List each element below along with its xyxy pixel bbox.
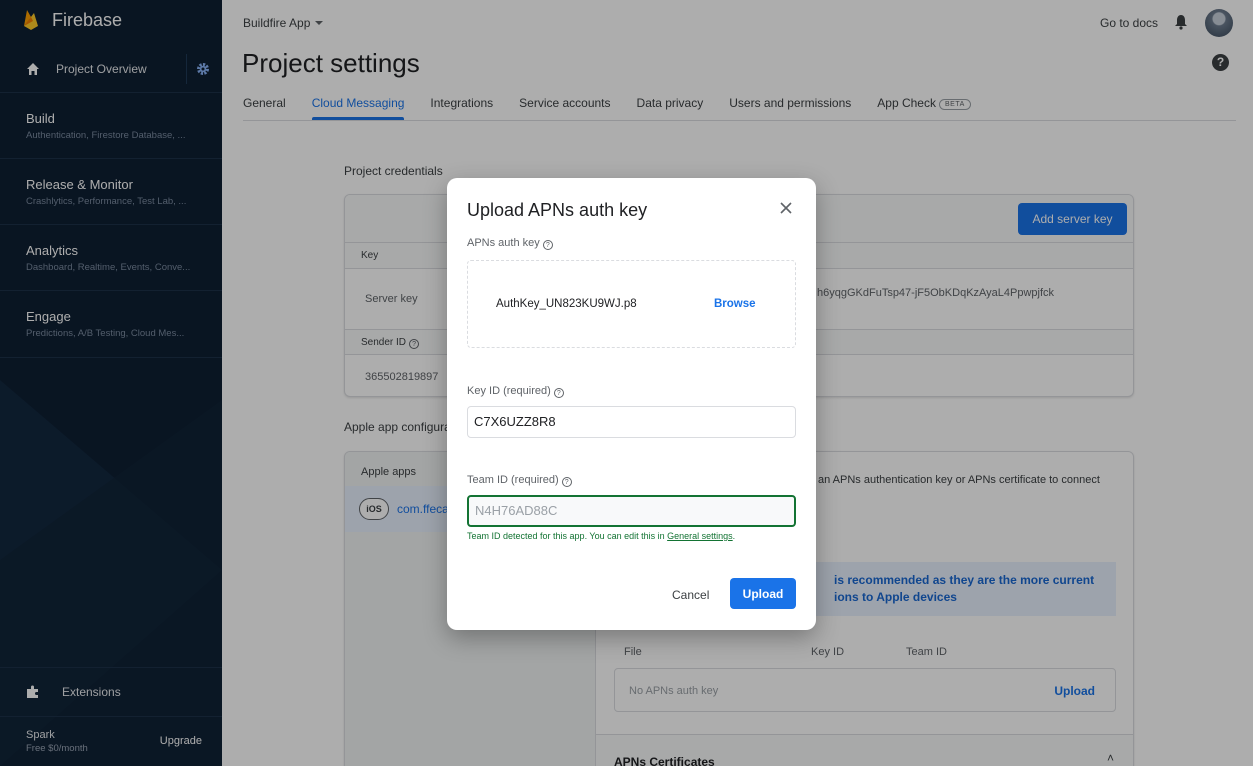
- help-circle-icon[interactable]: ?: [553, 388, 564, 398]
- auth-key-label-text: APNs auth key: [467, 237, 540, 249]
- help-circle-icon[interactable]: ?: [561, 477, 572, 487]
- upload-apns-modal: Upload APNs auth key APNs auth key? Auth…: [447, 178, 816, 630]
- key-id-label: Key ID (required)?: [467, 385, 564, 398]
- hint-text: Team ID detected for this app. You can e…: [467, 531, 668, 541]
- file-dropzone[interactable]: AuthKey_UN823KU9WJ.p8 Browse: [467, 260, 796, 348]
- key-id-field[interactable]: C7X6UZZ8R8: [467, 406, 796, 438]
- close-icon[interactable]: [778, 200, 794, 216]
- modal-title: Upload APNs auth key: [467, 200, 648, 220]
- help-circle-icon[interactable]: ?: [542, 240, 553, 250]
- hint-suffix: .: [732, 531, 736, 541]
- team-id-label: Team ID (required)?: [467, 474, 572, 487]
- auth-key-label: APNs auth key?: [467, 237, 553, 250]
- team-id-field[interactable]: N4H76AD88C: [467, 495, 796, 527]
- browse-button[interactable]: Browse: [714, 298, 756, 310]
- general-settings-link[interactable]: General settings: [667, 531, 733, 541]
- selected-file-name: AuthKey_UN823KU9WJ.p8: [496, 298, 637, 310]
- team-id-label-text: Team ID (required): [467, 474, 559, 486]
- upload-button[interactable]: Upload: [730, 578, 796, 609]
- cancel-button[interactable]: Cancel: [672, 588, 709, 602]
- key-id-label-text: Key ID (required): [467, 385, 551, 397]
- team-id-hint: Team ID detected for this app. You can e…: [467, 531, 735, 541]
